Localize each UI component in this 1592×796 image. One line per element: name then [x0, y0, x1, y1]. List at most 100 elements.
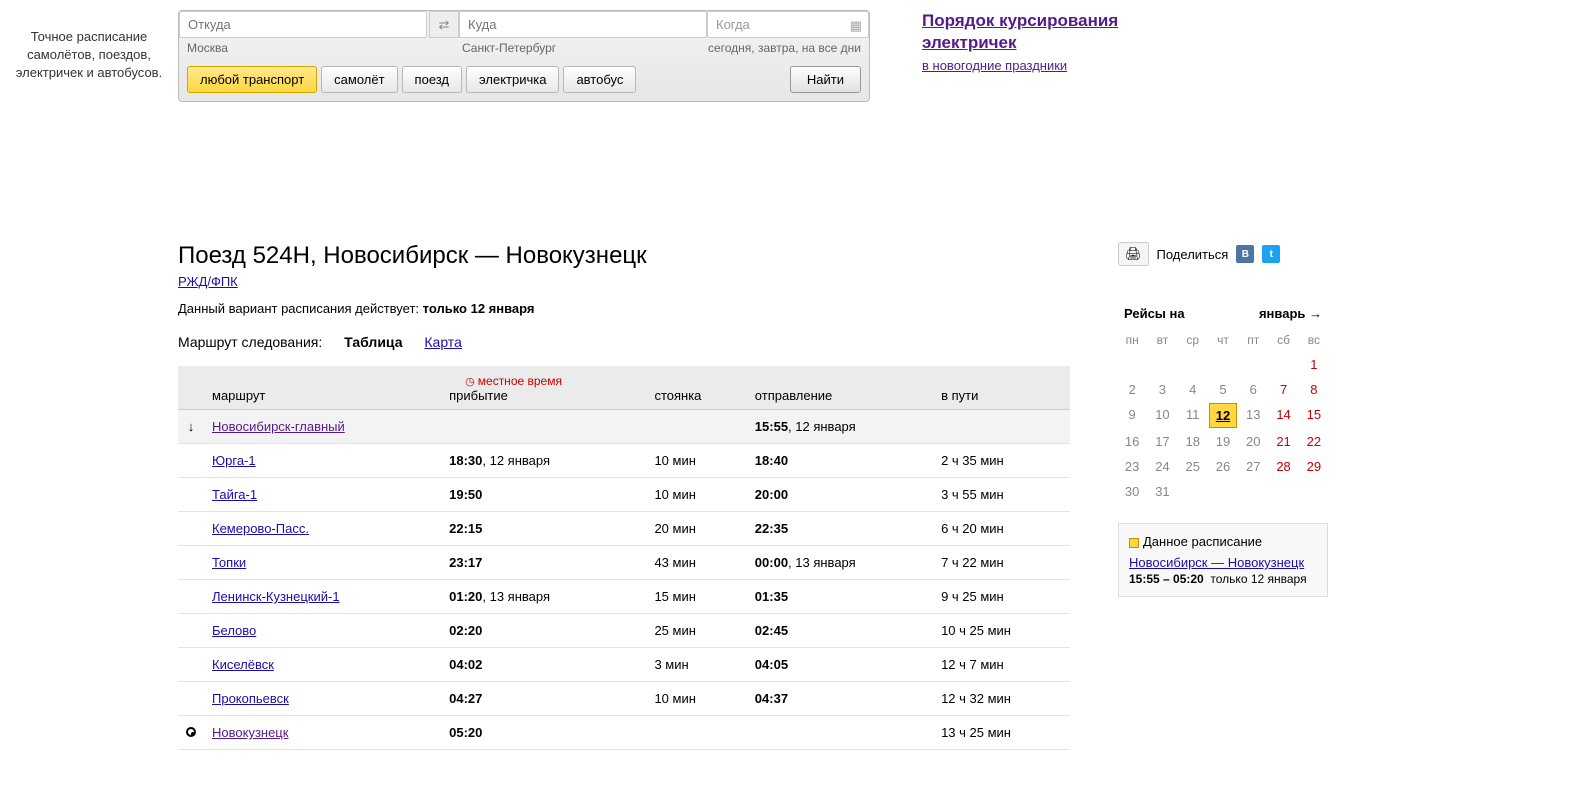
- transport-elektrichka[interactable]: электричка: [466, 66, 559, 93]
- cal-day[interactable]: 16: [1118, 430, 1146, 453]
- cal-month: январь: [1259, 306, 1305, 321]
- station-link[interactable]: Топки: [212, 555, 246, 570]
- print-icon[interactable]: 🖨: [1118, 242, 1149, 266]
- cal-day[interactable]: 14: [1269, 403, 1297, 428]
- cal-dow: пн: [1118, 329, 1146, 351]
- table-row: Топки23:1743 мин00:00, 13 января7 ч 22 м…: [178, 546, 1070, 580]
- share-label: Поделиться: [1157, 247, 1229, 262]
- transport-plane[interactable]: самолёт: [321, 66, 397, 93]
- cal-day[interactable]: 2: [1118, 378, 1146, 401]
- yellow-square-icon: [1129, 538, 1139, 548]
- cal-dow: чт: [1209, 329, 1237, 351]
- calendar-widget: Рейсы на январь → пнвтсрчтптсбвс12345678…: [1118, 306, 1328, 503]
- cal-day[interactable]: 17: [1148, 430, 1176, 453]
- th-route: маршрут: [204, 366, 441, 410]
- from-input[interactable]: [179, 11, 427, 38]
- tab-table[interactable]: Таблица: [344, 334, 402, 350]
- tagline-text: Точное расписание самолётов, поездов, эл…: [0, 10, 178, 102]
- table-row: ↓Новосибирск-главный15:55, 12 января: [178, 410, 1070, 444]
- page-title: Поезд 524Н, Новосибирск — Новокузнецк: [178, 242, 1070, 270]
- station-link[interactable]: Белово: [212, 623, 256, 638]
- swap-button[interactable]: ⇄: [429, 11, 459, 38]
- cal-day[interactable]: 13: [1239, 403, 1267, 428]
- cal-day[interactable]: 23: [1118, 455, 1146, 478]
- cal-day[interactable]: 19: [1209, 430, 1237, 453]
- to-input[interactable]: [459, 11, 707, 38]
- cal-day[interactable]: 25: [1179, 455, 1207, 478]
- cal-day[interactable]: 22: [1300, 430, 1328, 453]
- station-link[interactable]: Киселёвск: [212, 657, 274, 672]
- cal-day[interactable]: 18: [1179, 430, 1207, 453]
- cal-day[interactable]: 28: [1269, 455, 1297, 478]
- station-link[interactable]: Тайга-1: [212, 487, 257, 502]
- cal-day[interactable]: 24: [1148, 455, 1176, 478]
- station-link[interactable]: Юрга-1: [212, 453, 256, 468]
- cal-day[interactable]: 11: [1179, 403, 1207, 428]
- promo-block: Порядок курсирования электричек в нового…: [922, 10, 1118, 102]
- cal-next-icon[interactable]: →: [1309, 306, 1322, 321]
- cal-day[interactable]: 9: [1118, 403, 1146, 428]
- table-row: Прокопьевск04:2710 мин04:3712 ч 32 мин: [178, 682, 1070, 716]
- promo-sublink[interactable]: в новогодние праздники: [922, 58, 1067, 73]
- date-placeholder: Когда: [716, 17, 750, 32]
- cal-day[interactable]: 4: [1179, 378, 1207, 401]
- cal-day[interactable]: 7: [1269, 378, 1297, 401]
- table-row: Кемерово-Пасс.22:1520 мин22:356 ч 20 мин: [178, 512, 1070, 546]
- twitter-icon[interactable]: t: [1262, 245, 1280, 263]
- duration-cell: 2 ч 35 мин: [933, 444, 1070, 478]
- duration-cell: 9 ч 25 мин: [933, 580, 1070, 614]
- route-label: Маршрут следования:: [178, 334, 322, 350]
- transport-train[interactable]: поезд: [402, 66, 462, 93]
- date-suggestions[interactable]: сегодня, завтра, на все дни: [704, 41, 861, 55]
- cal-day: [1239, 480, 1267, 503]
- duration-cell: 13 ч 25 мин: [933, 716, 1070, 750]
- cal-day[interactable]: 31: [1148, 480, 1176, 503]
- cal-day[interactable]: 5: [1209, 378, 1237, 401]
- date-input[interactable]: Когда ▦: [707, 11, 869, 38]
- station-link[interactable]: Новокузнецк: [212, 725, 288, 740]
- cal-day[interactable]: 26: [1209, 455, 1237, 478]
- calendar-icon[interactable]: ▦: [850, 18, 862, 34]
- cal-dow: пт: [1239, 329, 1267, 351]
- schedule-info-box: Данное расписание Новосибирск — Новокузн…: [1118, 523, 1328, 597]
- stop-cell: 20 мин: [646, 512, 746, 546]
- promo-link[interactable]: Порядок курсирования электричек: [922, 11, 1118, 52]
- route-tabs: Маршрут следования: Таблица Карта: [178, 334, 1070, 350]
- cal-day[interactable]: 10: [1148, 403, 1176, 428]
- validity-text: Данный вариант расписания действует: тол…: [178, 301, 1070, 316]
- th-duration: в пути: [933, 366, 1070, 410]
- find-button[interactable]: Найти: [790, 66, 861, 93]
- cal-day[interactable]: 15: [1300, 403, 1328, 428]
- cal-day[interactable]: 27: [1239, 455, 1267, 478]
- cal-day[interactable]: 6: [1239, 378, 1267, 401]
- info-route-link[interactable]: Новосибирск — Новокузнецк: [1129, 555, 1317, 570]
- duration-cell: 3 ч 55 мин: [933, 478, 1070, 512]
- transport-bus[interactable]: автобус: [563, 66, 636, 93]
- operator-link[interactable]: РЖД/ФПК: [178, 274, 238, 289]
- info-label: Данное расписание: [1143, 534, 1262, 549]
- cal-day: [1118, 353, 1146, 376]
- schedule-table: маршрут местное время прибытие стоянка о…: [178, 366, 1070, 750]
- cal-day[interactable]: 3: [1148, 378, 1176, 401]
- th-stop: стоянка: [646, 366, 746, 410]
- table-row: Киселёвск04:023 мин04:0512 ч 7 мин: [178, 648, 1070, 682]
- to-suggestion[interactable]: Санкт-Петербург: [462, 41, 704, 55]
- station-link[interactable]: Ленинск-Кузнецкий-1: [212, 589, 340, 604]
- cal-dow: вс: [1300, 329, 1328, 351]
- cal-day[interactable]: 21: [1269, 430, 1297, 453]
- cal-day[interactable]: 30: [1118, 480, 1146, 503]
- station-link[interactable]: Новосибирск-главный: [212, 419, 345, 434]
- cal-day[interactable]: 8: [1300, 378, 1328, 401]
- from-suggestion[interactable]: Москва: [187, 41, 462, 55]
- transport-any[interactable]: любой транспорт: [187, 66, 317, 93]
- cal-day: [1269, 480, 1297, 503]
- tab-map[interactable]: Карта: [424, 334, 461, 350]
- station-link[interactable]: Прокопьевск: [212, 691, 289, 706]
- cal-day[interactable]: 29: [1300, 455, 1328, 478]
- cal-day[interactable]: 12: [1209, 403, 1237, 428]
- station-link[interactable]: Кемерово-Пасс.: [212, 521, 309, 536]
- cal-day[interactable]: 1: [1300, 353, 1328, 376]
- cal-day: [1179, 353, 1207, 376]
- vk-icon[interactable]: B: [1236, 245, 1254, 263]
- cal-day[interactable]: 20: [1239, 430, 1267, 453]
